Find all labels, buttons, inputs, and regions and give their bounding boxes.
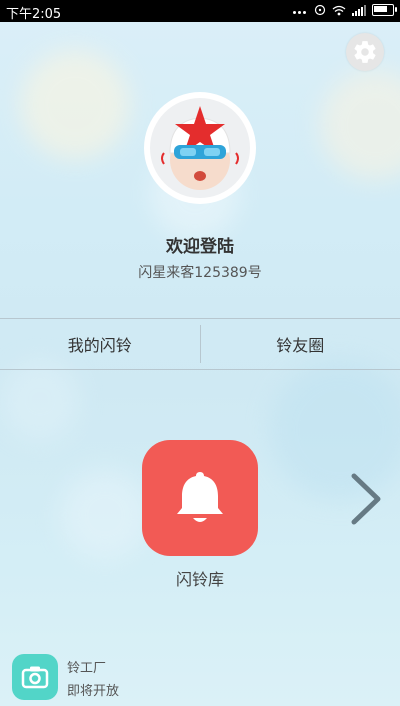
- chevron-right-icon[interactable]: [348, 470, 384, 528]
- signal-icon: [352, 4, 366, 16]
- factory-status: 即将开放: [67, 684, 120, 699]
- status-time: 下午2:05: [6, 7, 62, 22]
- bokeh-decoration: [0, 360, 80, 440]
- camera-icon: [21, 666, 49, 689]
- alarm-icon: [314, 4, 326, 16]
- welcome-title: 欢迎登陆: [166, 237, 234, 257]
- factory-title: 铃工厂: [67, 661, 107, 676]
- gear-icon: [354, 41, 376, 63]
- bell-icon: [177, 472, 223, 522]
- settings-button[interactable]: [346, 33, 384, 71]
- tab-bar: 我的闪铃 铃友圈: [0, 318, 400, 370]
- avatar[interactable]: [144, 92, 256, 204]
- ringtone-library-button[interactable]: [142, 440, 258, 556]
- ringtone-library-label: 闪铃库: [175, 570, 224, 589]
- tab-my-ringtones[interactable]: 我的闪铃: [0, 319, 200, 369]
- tab-ring-friends[interactable]: 铃友圈: [201, 319, 400, 369]
- avatar-image: [150, 98, 250, 198]
- wifi-icon: [332, 5, 346, 15]
- bokeh-decoration: [320, 70, 400, 180]
- battery-icon: [372, 4, 397, 16]
- ringtone-factory-button[interactable]: [12, 654, 58, 700]
- status-icons: [293, 3, 397, 17]
- status-bar: 下午2:05: [0, 0, 400, 22]
- more-dots-icon: [293, 3, 308, 17]
- bokeh-decoration: [60, 470, 150, 560]
- guest-name: 闪星来客125389号: [138, 265, 262, 281]
- mascot-icon: [161, 106, 239, 190]
- bokeh-decoration: [20, 50, 130, 160]
